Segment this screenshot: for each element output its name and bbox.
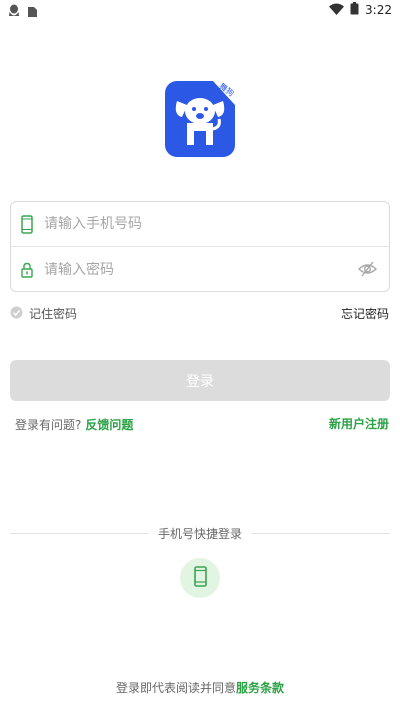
agreement: 登录即代表阅读并同意服务条款 — [0, 679, 400, 696]
remember-label: 记住密码 — [29, 307, 78, 321]
login-form — [10, 201, 390, 292]
login-problem: 登录有问题? 反馈问题 — [15, 416, 133, 433]
password-row — [11, 247, 389, 292]
status-right: 3:22 — [329, 2, 392, 18]
divider-right — [252, 533, 390, 534]
phone-icon — [193, 565, 207, 591]
remember-password[interactable]: 记住密码 — [10, 305, 77, 322]
forgot-password-link[interactable]: 忘记密码 — [341, 305, 389, 322]
battery-icon — [350, 2, 359, 18]
phone-input[interactable] — [44, 216, 344, 232]
checkbox-icon[interactable] — [10, 306, 23, 322]
password-input[interactable] — [44, 261, 344, 278]
problem-text: 登录有问题? — [15, 418, 82, 432]
status-left-icons — [8, 3, 38, 22]
feedback-link[interactable]: 反馈问题 — [85, 416, 133, 433]
status-time: 3:22 — [365, 3, 392, 17]
divider-left — [10, 533, 148, 534]
quick-login-title: 手机号快捷登录 — [157, 527, 242, 541]
eye-off-icon[interactable] — [357, 261, 378, 281]
terms-link[interactable]: 服务条款 — [236, 681, 284, 695]
quick-login-phone-button[interactable] — [180, 558, 220, 598]
agreement-text: 登录即代表阅读并同意 — [115, 681, 236, 695]
sim-card-icon — [26, 3, 38, 22]
wifi-icon — [329, 3, 345, 18]
login-button[interactable]: 登录 — [10, 360, 390, 401]
phone-row — [11, 202, 389, 247]
app-logo: 舞狗 — [165, 81, 236, 157]
lock-icon — [18, 260, 36, 280]
qq-icon — [8, 3, 20, 22]
phone-icon — [18, 214, 36, 234]
register-link[interactable]: 新用户注册 — [329, 415, 389, 432]
status-bar: 3:22 — [0, 0, 400, 22]
